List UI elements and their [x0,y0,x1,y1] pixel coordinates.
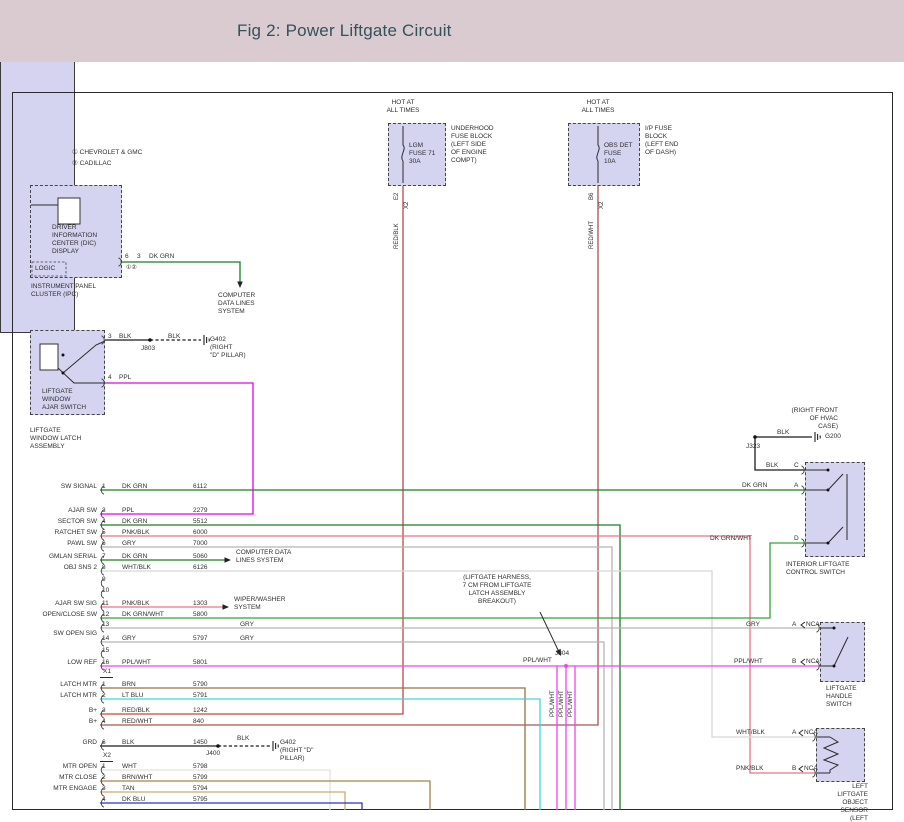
contact-dot [62,372,65,375]
ajar-switch-lead [58,368,105,383]
contact-dot [62,354,65,357]
wiring-svg [0,0,904,822]
grounds-and-arrows [204,282,820,752]
wire-mtr-dkblu [100,803,362,810]
dic-display-symbol [58,198,80,224]
ground-symbol-g402 [273,741,278,751]
ground-symbol-g402 [204,335,209,345]
splice-dots [62,338,836,748]
wire-redwht-feed [100,186,598,725]
wire-redblk-feed [100,186,403,714]
latch-symbol [40,344,58,370]
contact-dot [833,627,836,630]
ajar-switch-blade [63,341,105,373]
ctrl-switch-blades [828,474,843,543]
nca-chevron [801,659,805,665]
nca-chevron [799,730,803,736]
wiring-diagram-page: Fig 2: Power Liftgate Circuit [0,0,904,822]
logic-box [32,262,66,276]
arrow-right-icon [225,557,232,563]
wire-ajar-sw-ppl [100,383,253,514]
handle-switch-leads [820,628,834,666]
fuse-element [402,126,404,183]
component-symbols [31,126,848,773]
nca-chevron [799,766,803,772]
arrow-right-icon [223,604,230,610]
splice-j804 [564,664,568,668]
wire-latch-mtr-ltblu [100,699,540,810]
contact-dot [827,542,830,545]
wire-low-ref-splices [557,666,575,810]
ctrl-switch-leads [805,470,847,543]
splice-j400 [216,744,220,748]
wire-dic-data [122,262,240,286]
contact-dot [827,469,830,472]
contact-dot [833,665,836,668]
contact-dot [827,489,830,492]
handle-switch-blade [834,637,848,666]
circuit-wires [100,186,820,810]
leader-arrowhead-icon [556,649,564,657]
wire-g200 [755,437,812,470]
nca-chevron [801,622,805,628]
wire-mtr-close [100,781,430,810]
wire-mtr-open [100,770,330,810]
object-sensor-element [824,737,838,773]
object-sensor-leads [816,737,830,773]
splice-j803 [148,338,152,342]
ground-symbol-g200 [815,432,820,442]
fuse-element [597,126,599,183]
arrow-down-icon [237,282,243,289]
wire-sector-sw [100,525,620,810]
wire-sw-open-sig [100,642,604,810]
wire-mtr-engage [100,792,345,810]
splice-j323 [753,435,757,439]
wire-obj-sns-2 [100,571,816,737]
